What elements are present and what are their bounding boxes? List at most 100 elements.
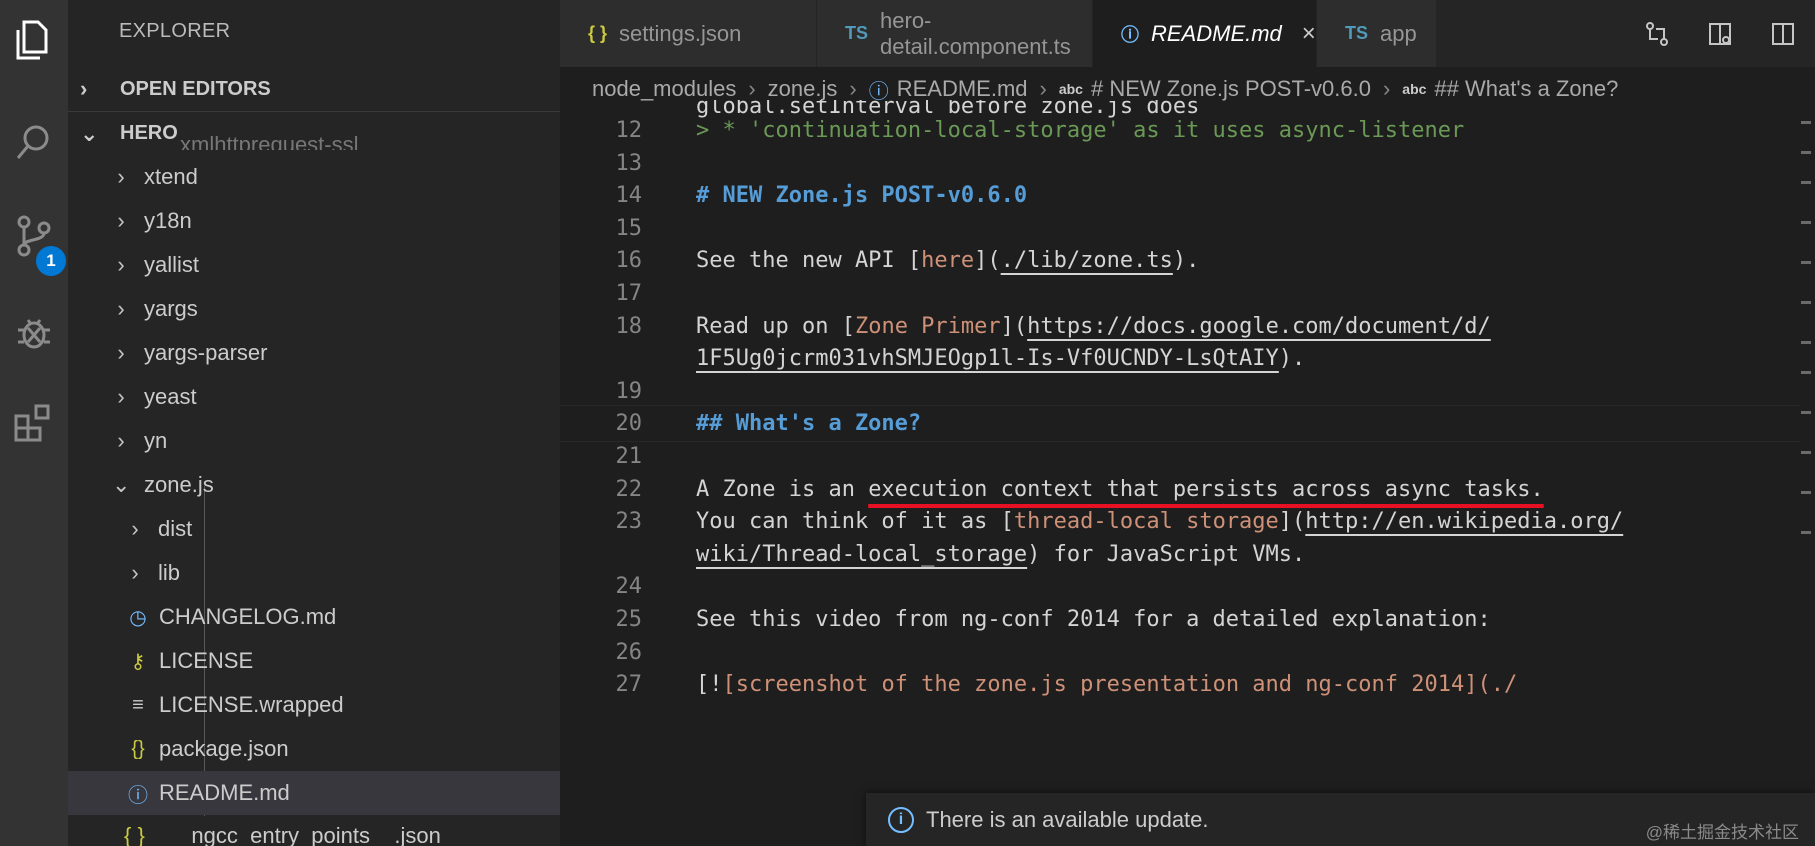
info-icon: ⓘ — [128, 784, 148, 807]
tree-item-label: yallist — [144, 252, 200, 277]
code-text: A Zone is an — [696, 476, 869, 502]
open-preview-icon[interactable] — [1706, 20, 1734, 48]
tree-item[interactable]: ◷ CHANGELOG.md — [68, 595, 560, 639]
breadcrumb-item[interactable]: node_modules — [592, 76, 736, 102]
line-number: 24 — [615, 574, 643, 600]
line-number: 19 — [615, 378, 643, 404]
debug-icon[interactable] — [0, 296, 68, 368]
code-line: 24 — [560, 568, 1800, 605]
history-icon: ◷ — [129, 606, 147, 629]
code-text: [screenshot of the zone.js presentation … — [722, 672, 1518, 698]
tab-readme-md[interactable]: ⓘ README.md × — [1093, 0, 1317, 67]
code-line: wiki/Thread-local_storage) for JavaScrip… — [560, 536, 1800, 573]
chevron-right-icon: › — [1382, 76, 1391, 101]
tree-item[interactable]: ⓘ README.md — [68, 771, 560, 815]
editor-area: { } settings.json TS hero-detail.component.… — [560, 0, 1815, 846]
tree-item[interactable]: › yeast — [68, 375, 560, 419]
code-text: thread-local storage — [1013, 509, 1279, 535]
tree-item-bottom[interactable]: { } __ngcc_entry_points__.json — [124, 823, 441, 846]
code-line: 21 — [560, 438, 1800, 475]
breadcrumb-item[interactable]: zone.js — [768, 76, 838, 102]
code-text: [! — [696, 672, 723, 698]
workspace-label: HERO — [120, 122, 178, 144]
close-icon[interactable]: × — [1302, 20, 1316, 48]
chevron-right-icon: › — [117, 164, 125, 189]
line-number: 17 — [615, 281, 643, 306]
tree-item[interactable]: › dist — [68, 507, 560, 551]
code-line: 20 ## What's a Zone? — [560, 405, 1800, 443]
code-text: ]( — [1000, 313, 1028, 339]
tree-item[interactable]: › yargs-parser — [68, 331, 560, 375]
code-text: ## What's a Zone? — [696, 411, 922, 437]
file-type-icon: TS — [1345, 23, 1369, 43]
tree-item[interactable]: › y18n — [68, 199, 560, 243]
tree-item-label: yeast — [144, 384, 197, 409]
code-text: ). — [1172, 248, 1200, 274]
code-text: 1F5Ug0jcrm031vhSMJEOgp1l-Is-Vf0UCNDY-LsQ… — [696, 346, 1279, 372]
tab-label: app — [1380, 20, 1417, 46]
code-line: 25 See this video from ng-conf 2014 for a… — [560, 601, 1800, 638]
breadcrumb-item[interactable]: ## What's a Zone? — [1434, 76, 1618, 102]
chevron-right-icon: › — [117, 296, 125, 321]
tree-item[interactable]: {} package.json — [68, 727, 560, 771]
tree-item-label: lib — [158, 560, 181, 585]
tree-item-partial[interactable]: xmlhttprequest-ssl — [180, 132, 359, 150]
code-text: execution context that persists across a… — [868, 476, 1544, 502]
json-icon: {} — [131, 737, 145, 760]
chevron-right-icon: › — [1039, 76, 1047, 101]
tree-item-label: xtend — [144, 164, 198, 189]
code-text: > * 'continuation-local-storage' as it u… — [696, 118, 1465, 143]
search-icon[interactable] — [0, 106, 68, 178]
breadcrumb-item[interactable]: # NEW Zone.js POST-v0.6.0 — [1091, 76, 1371, 102]
tab-app[interactable]: TS app — [1317, 0, 1437, 67]
tree-item[interactable]: ⚷ LICENSE — [68, 639, 560, 683]
breadcrumb-item[interactable]: README.md — [897, 76, 1028, 102]
split-editor-icon[interactable] — [1769, 20, 1797, 48]
line-number: 16 — [615, 248, 643, 274]
line-number: 21 — [615, 444, 643, 469]
license-icon: ⚷ — [130, 650, 146, 673]
chevron-right-icon: › — [117, 384, 125, 409]
code-text: See the new API [ — [696, 248, 922, 274]
code-text: ). — [1278, 346, 1306, 372]
tree-item[interactable]: ⌄ zone.js — [68, 463, 560, 507]
symbol-string-icon: abc — [1058, 81, 1083, 97]
tree-item-label: LICENSE.wrapped — [159, 692, 344, 717]
open-changes-icon[interactable] — [1643, 20, 1671, 48]
tree-item-label: LICENSE — [159, 648, 254, 673]
code-line: 23 You can think of it as [thread-local s… — [560, 503, 1800, 540]
tree-item-label: zone.js — [144, 472, 214, 497]
code-editor[interactable]: global.setInterval before zone.js does 1… — [560, 100, 1800, 820]
chevron-right-icon: › — [131, 560, 139, 585]
chevron-down-icon: ⌄ — [80, 120, 99, 146]
scm-badge: 1 — [36, 246, 66, 276]
line-number: 23 — [615, 509, 643, 535]
line-number: 20 — [615, 411, 643, 437]
code-line: 12 > * 'continuation-local-storage' as it… — [560, 112, 1800, 149]
tree-item[interactable]: › yargs — [68, 287, 560, 331]
tree-item[interactable]: › yn — [68, 419, 560, 463]
code-line: 13 — [560, 145, 1800, 182]
extensions-icon[interactable] — [0, 386, 68, 458]
explorer-icon[interactable] — [0, 4, 68, 76]
line-number: 13 — [615, 150, 643, 176]
code-line: 26 — [560, 634, 1800, 671]
code-text: wiki/Thread-local_storage — [696, 541, 1028, 567]
tree-item[interactable]: › yallist — [68, 243, 560, 287]
editor-actions — [1625, 0, 1815, 67]
tree-item[interactable]: › xtend — [68, 155, 560, 199]
code-line: 16 See the new API [here](./lib/zone.ts). — [560, 242, 1800, 279]
tab-settings-json[interactable]: { } settings.json — [560, 0, 817, 67]
tree-item[interactable]: › lib — [68, 551, 560, 595]
code-text: ]( — [1278, 509, 1306, 535]
overview-ruler[interactable] — [1801, 111, 1811, 561]
tab-hero-detail-component-ts[interactable]: TS hero-detail.component.ts — [817, 0, 1093, 67]
tree-item[interactable]: ≡ LICENSE.wrapped — [68, 683, 560, 727]
line-number: 26 — [615, 639, 643, 665]
file-type-icon: TS — [845, 23, 869, 43]
line-number: 27 — [615, 672, 643, 698]
open-editors-section[interactable]: › OPEN EDITORS — [68, 67, 560, 111]
text-file-icon: ≡ — [132, 693, 144, 716]
tab-label: README.md — [1151, 20, 1282, 46]
activity-bar: 1 — [0, 0, 68, 846]
